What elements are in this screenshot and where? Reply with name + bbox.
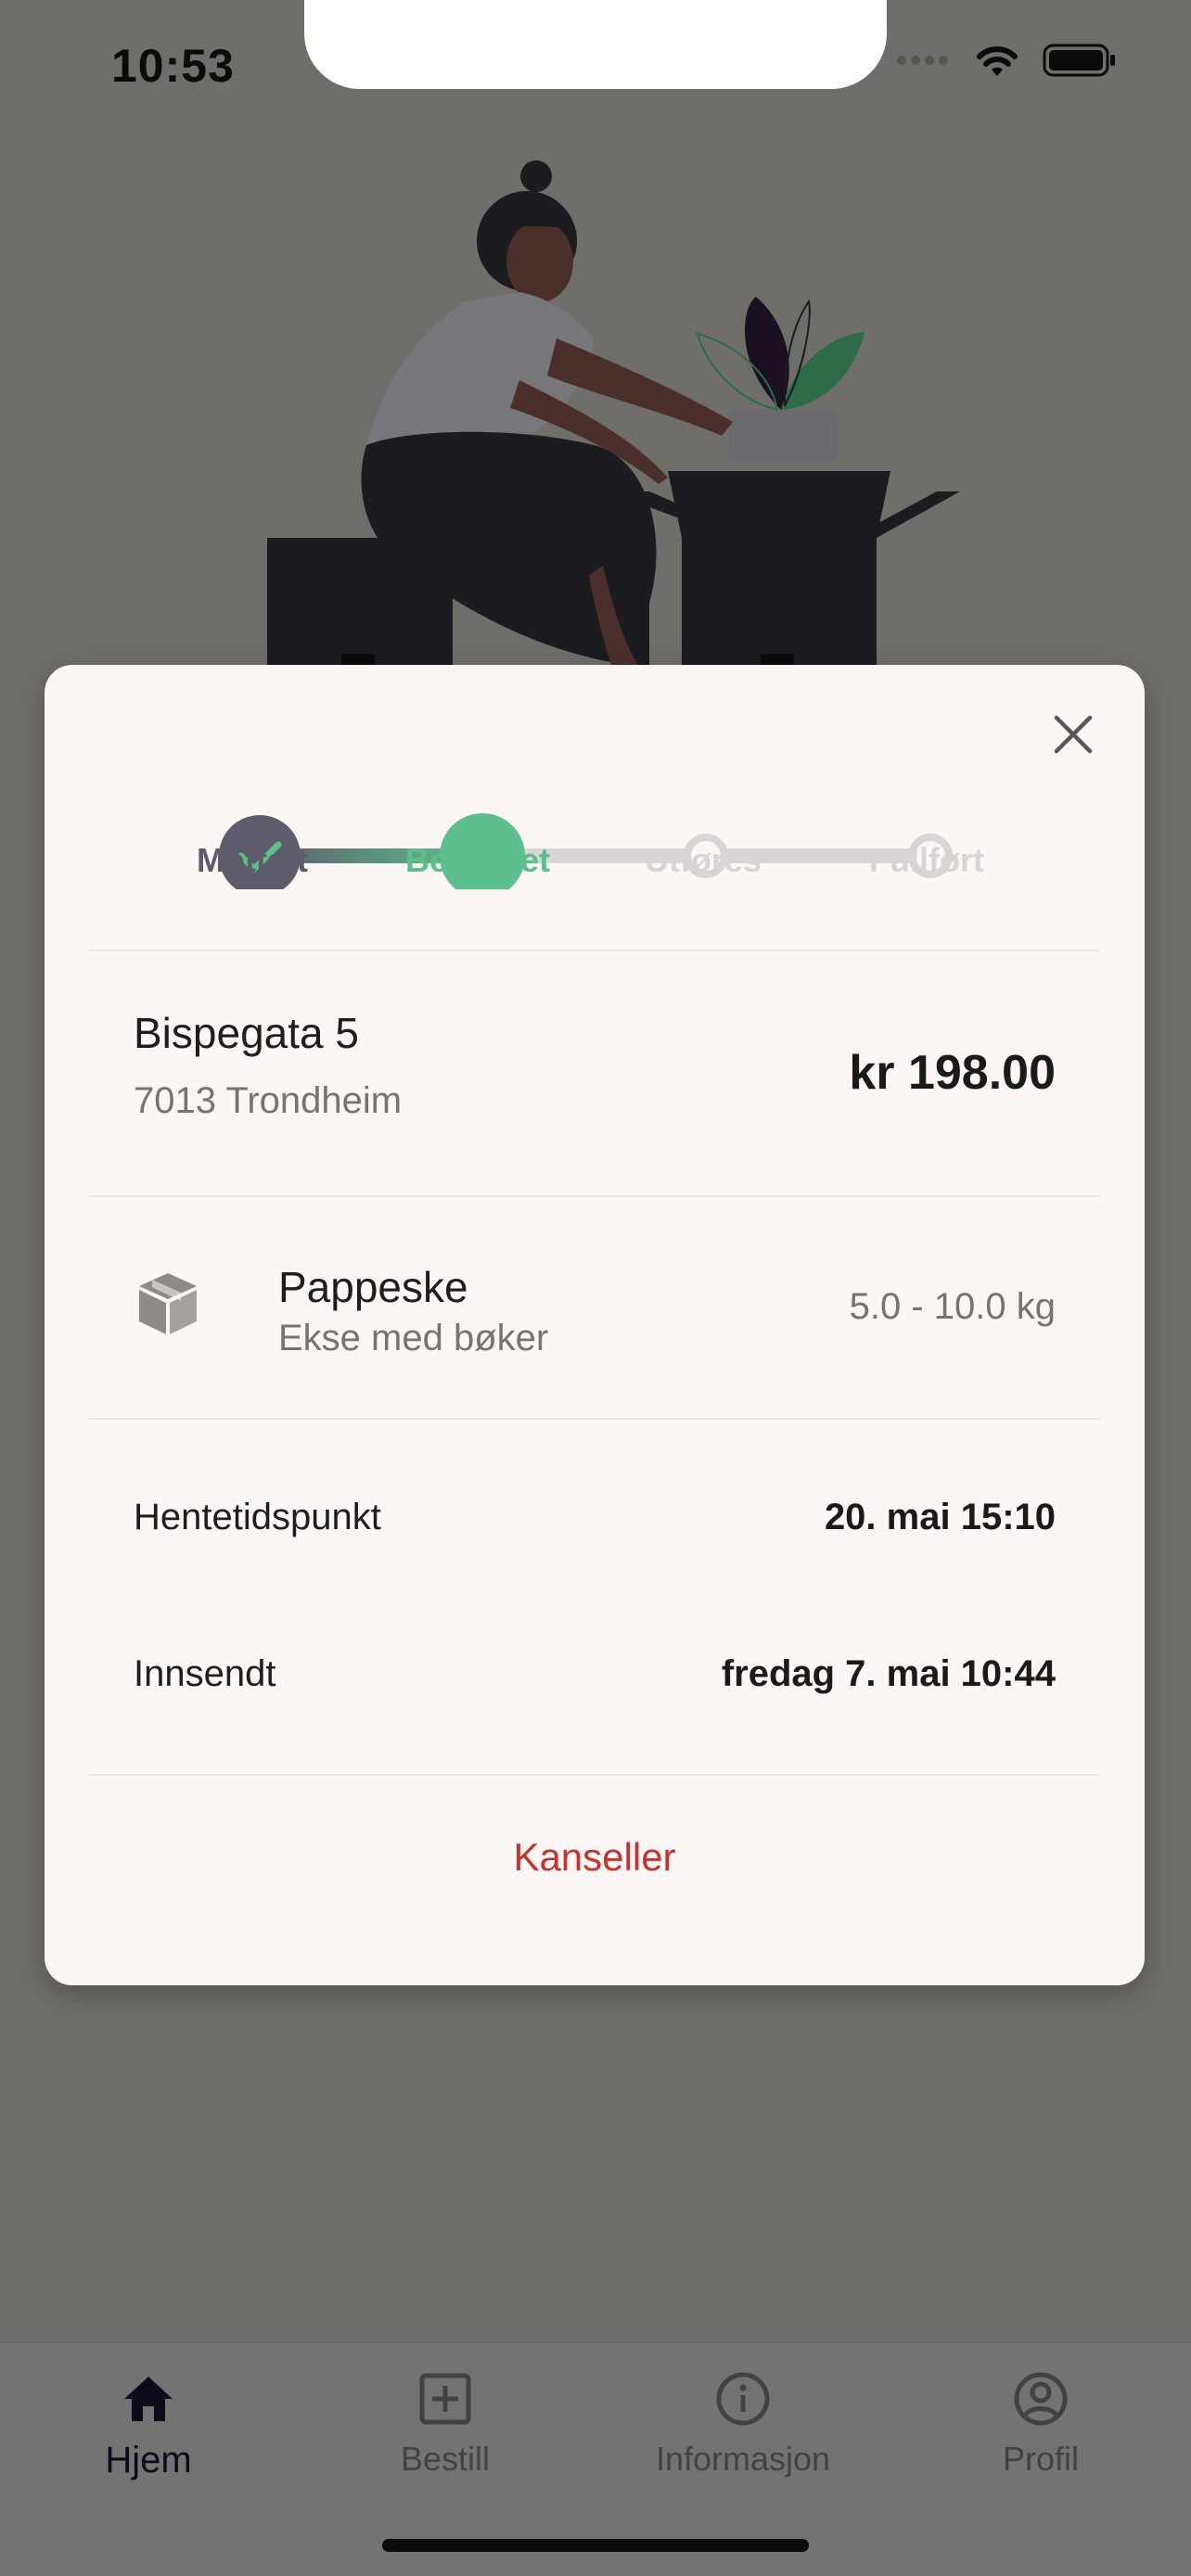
step-label-utfores: Utføres xyxy=(645,841,762,879)
tab-label-bestill: Bestill xyxy=(400,2440,491,2478)
tab-label-hjem: Hjem xyxy=(105,2440,192,2480)
profile-icon xyxy=(1014,2372,1068,2426)
submitted-value: fredag 7. mai 10:44 xyxy=(721,1653,1056,1694)
divider xyxy=(89,1195,1100,1197)
signal-icon xyxy=(897,56,948,65)
home-icon xyxy=(124,2377,173,2421)
plus-square-icon xyxy=(419,2373,471,2425)
tab-profil[interactable]: Profil xyxy=(939,2371,1143,2479)
tab-label-profil: Profil xyxy=(1002,2440,1080,2478)
order-price: kr 198.00 xyxy=(849,1046,1056,1100)
tab-hjem[interactable]: Hjem xyxy=(46,2371,250,2481)
home-indicator xyxy=(382,2539,809,2552)
cancel-order-button[interactable]: Kanseller xyxy=(45,1835,1145,1880)
divider xyxy=(89,1774,1100,1776)
divider xyxy=(89,950,1100,951)
package-weight: 5.0 - 10.0 kg xyxy=(849,1286,1056,1327)
notch xyxy=(304,0,887,89)
pickup-time-label: Hentetidspunkt xyxy=(134,1497,381,1537)
tab-bestill[interactable]: Bestill xyxy=(343,2371,547,2479)
step-label-fullfort: Fullført xyxy=(869,841,984,879)
screen: 10:53 Mottatt Bekreftet Utføres Fullført… xyxy=(0,0,1191,2576)
moving-illustration xyxy=(267,160,960,668)
address-city: 7013 Trondheim xyxy=(134,1080,403,1121)
status-icons xyxy=(896,43,1117,78)
step-label-mottatt: Mottatt xyxy=(197,841,308,879)
pickup-time-value: 20. mai 15:10 xyxy=(824,1497,1056,1537)
step-label-bekreftet: Bekreftet xyxy=(405,841,551,879)
divider xyxy=(89,1418,1100,1420)
wifi-icon xyxy=(977,46,1018,76)
submitted-label: Innsendt xyxy=(134,1653,276,1694)
address-street: Bispegata 5 xyxy=(134,1009,359,1057)
package-description: Ekse med bøker xyxy=(278,1318,549,1358)
package-name: Pappeske xyxy=(278,1263,468,1311)
tab-label-informasjon: Informasjon xyxy=(655,2440,831,2478)
battery-icon xyxy=(1043,44,1115,77)
info-icon xyxy=(716,2372,770,2426)
order-detail-sheet: Mottatt Bekreftet Utføres Fullført Bispe… xyxy=(45,665,1145,1985)
tab-informasjon[interactable]: Informasjon xyxy=(641,2371,845,2479)
box-icon xyxy=(139,1273,197,1334)
status-bar: 10:53 xyxy=(0,0,1191,139)
status-time: 10:53 xyxy=(111,40,235,92)
